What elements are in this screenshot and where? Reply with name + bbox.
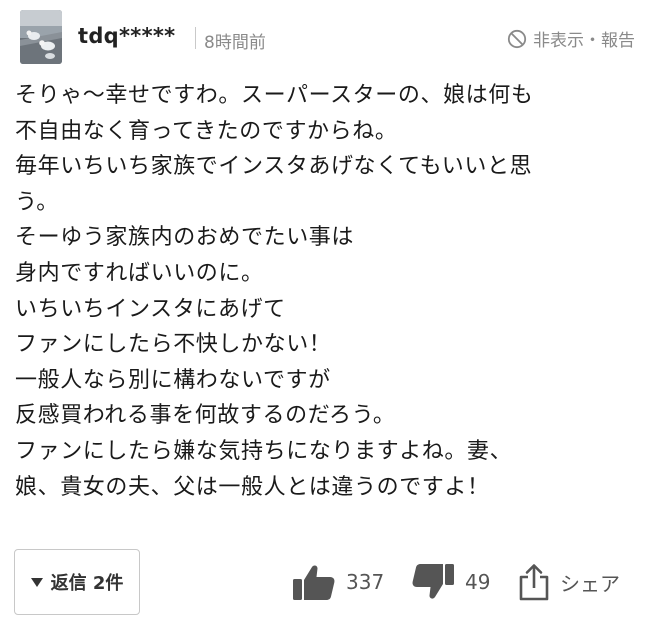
comment-line: ファンにしたら不快しかない！ [15, 332, 332, 358]
comment-body: そりゃ〜幸せですわ。スーパースターの、娘は何も 不自由なく育ってきたのですからね… [15, 78, 635, 505]
comment-line: 反感買われる事を何故するのだろう。 [15, 403, 396, 429]
comment-header: tdq***** 8時間前 非表示・報告 [20, 10, 635, 66]
like-count: 337 [346, 570, 385, 594]
comment-line: ファンにしたら嫌な気持ちになりますよね。妻、 [15, 438, 513, 464]
thumbs-up-icon [293, 565, 335, 600]
comment-footer: 返信 2件 337 49 シェア [14, 549, 636, 617]
comment-line: そりゃ〜幸せですわ。スーパースターの、娘は何も [15, 83, 534, 108]
comment-line: いちいちインスタにあげて [15, 296, 286, 322]
comment-line: う。 [15, 189, 59, 215]
like-button[interactable]: 337 [292, 563, 384, 601]
avatar-photo-icon [20, 10, 62, 64]
dislike-count: 49 [465, 570, 491, 594]
thumbs-down-icon [412, 564, 454, 599]
caret-down-icon [30, 577, 43, 587]
header-divider [195, 27, 196, 49]
hide-report-button[interactable]: 非表示・報告 [507, 26, 635, 51]
block-icon [507, 29, 527, 48]
comment-line: 毎年いちいち家族でインスタあげなくてもいいと思 [15, 154, 533, 180]
share-icon [519, 564, 549, 601]
comment-line: そーゆう家族内のおめでたい事は [15, 225, 355, 251]
hide-report-label: 非表示・報告 [533, 31, 635, 51]
comment-line: 一般人なら別に構わないですが [15, 367, 331, 393]
comment-timestamp: 8時間前 [204, 33, 266, 53]
share-label: シェア [560, 571, 620, 596]
username[interactable]: tdq***** [78, 24, 175, 48]
comment-line: 不自由なく育ってきたのですからね。 [15, 118, 398, 144]
reply-count-label: 返信 2件 [50, 573, 124, 594]
share-button[interactable]: シェア [518, 563, 620, 601]
comment-line: 娘、貴女の夫、父は一般人とは違うのですよ！ [15, 474, 490, 500]
reply-toggle-button[interactable]: 返信 2件 [14, 549, 140, 615]
dislike-button[interactable]: 49 [411, 563, 490, 601]
avatar[interactable] [20, 10, 62, 64]
comment-line: 身内ですればいいのに。 [15, 260, 264, 286]
